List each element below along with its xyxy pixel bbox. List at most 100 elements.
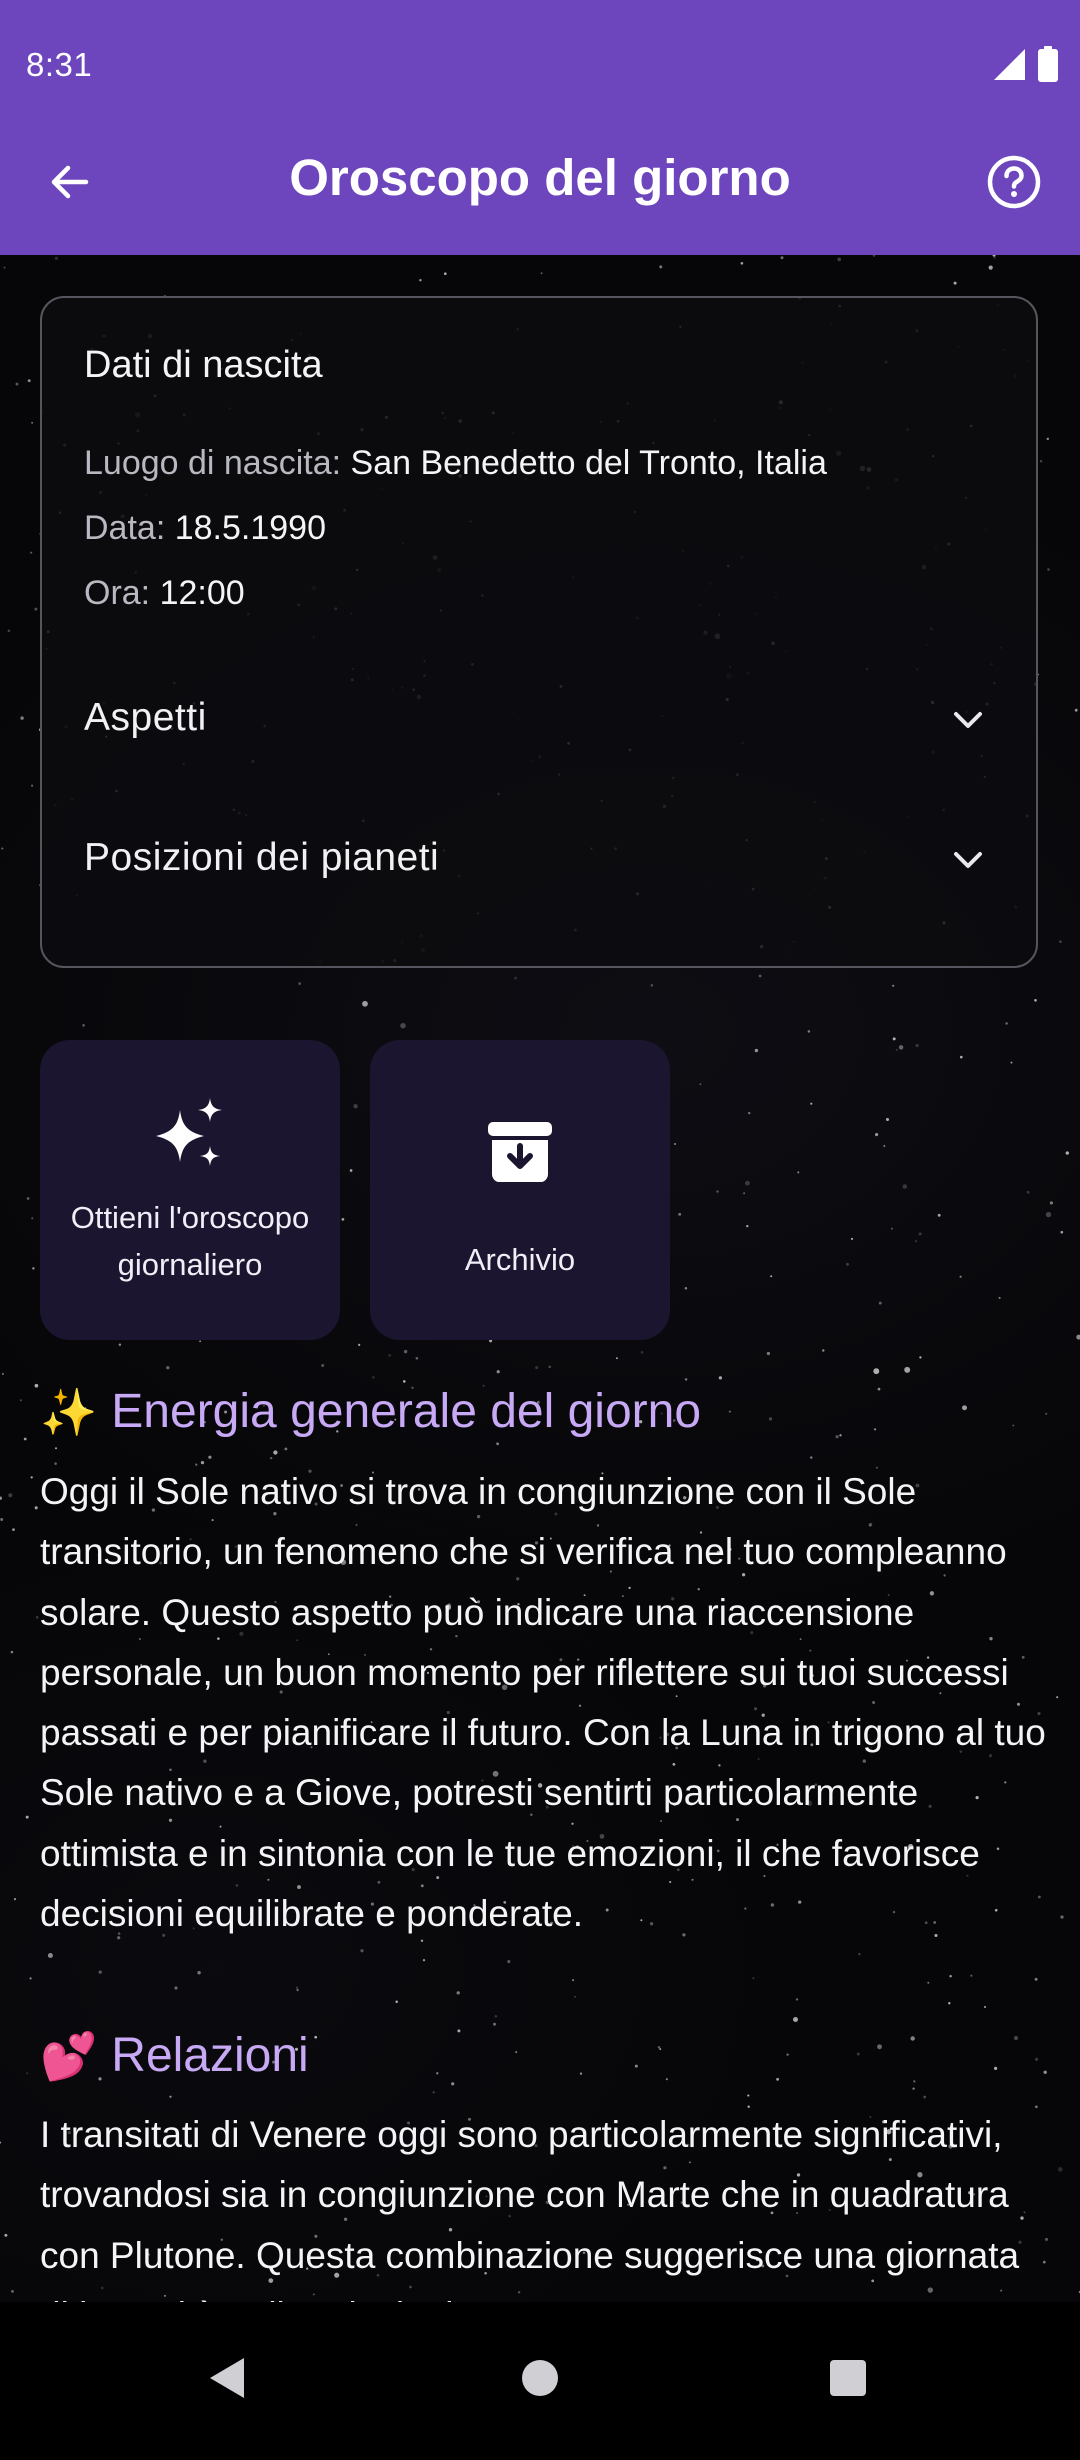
star <box>699 1083 702 1086</box>
star <box>1065 1151 1069 1155</box>
star <box>11 2289 14 2293</box>
star <box>432 2091 435 2094</box>
star <box>665 2078 668 2081</box>
star <box>372 1376 375 1379</box>
get-daily-label-line2: giornaliero <box>117 1247 263 1282</box>
star <box>10 1650 14 1654</box>
star <box>902 1184 908 1189</box>
star <box>1034 999 1037 1002</box>
star <box>443 272 447 276</box>
star <box>436 2072 439 2075</box>
star <box>766 1351 771 1356</box>
star <box>1012 1424 1015 1427</box>
star <box>927 1981 930 1984</box>
star <box>321 1364 325 1367</box>
card-title: Dati di nascita <box>84 344 323 386</box>
star <box>776 2077 780 2081</box>
section-title: Energia generale del giorno <box>111 1385 702 1438</box>
star <box>786 2053 789 2056</box>
star <box>684 1287 688 1290</box>
star <box>54 256 59 260</box>
star <box>419 278 422 282</box>
star <box>970 1974 973 1977</box>
star <box>795 1998 799 2001</box>
nav-home-button[interactable] <box>504 2344 576 2416</box>
star <box>535 1366 539 1370</box>
star <box>877 1387 881 1391</box>
birth-date-label: Data: <box>84 509 166 547</box>
star <box>744 1180 750 1186</box>
star <box>1045 1211 1052 1218</box>
star <box>20 716 24 720</box>
help-button[interactable] <box>980 150 1048 218</box>
star <box>23 1437 27 1441</box>
battery-icon <box>1038 45 1058 87</box>
star <box>746 1224 749 1228</box>
planet-positions-label: Posizioni dei pianeti <box>84 836 440 879</box>
star <box>26 1197 30 1200</box>
star <box>837 257 842 262</box>
star <box>728 1410 731 1413</box>
nav-recents-button[interactable] <box>812 2344 884 2416</box>
star <box>1057 2167 1063 2172</box>
section-title: Relazioni <box>111 2029 309 2082</box>
aspects-expander[interactable]: Aspetti <box>42 658 1036 778</box>
planet-positions-expander[interactable]: Posizioni dei pianeti <box>42 798 1036 918</box>
star <box>898 1045 904 1050</box>
star <box>718 1376 723 1380</box>
star <box>1056 1696 1059 1699</box>
star <box>1060 1230 1064 1234</box>
star <box>910 2036 915 2041</box>
star <box>572 1979 575 1982</box>
star <box>30 784 34 787</box>
birth-time-value: 12:00 <box>159 574 245 612</box>
star <box>514 976 517 980</box>
birth-date-line: Data: 18.5.1990 <box>84 509 326 548</box>
star <box>13 1897 17 1901</box>
birth-place-label: Luogo di nascita: <box>84 444 342 482</box>
star <box>496 1442 500 1446</box>
star <box>747 1111 751 1115</box>
star <box>993 256 996 259</box>
star <box>25 1815 29 1819</box>
star <box>895 1048 898 1051</box>
star <box>988 265 993 270</box>
system-nav-bar <box>0 2302 1080 2460</box>
star <box>494 2015 498 2018</box>
star <box>3 266 6 269</box>
get-daily-horoscope-button[interactable]: Ottieni l'oroscopo giornaliero <box>40 1040 340 1340</box>
star <box>548 1365 551 1369</box>
star <box>634 2064 638 2068</box>
star <box>4 2233 8 2237</box>
star <box>284 1447 288 1451</box>
star <box>0 1496 2 1500</box>
star <box>29 1977 32 1980</box>
archive-button[interactable]: Archivio <box>370 1040 670 1340</box>
star <box>0 1518 4 1521</box>
star <box>35 1616 39 1619</box>
star <box>615 1357 618 1360</box>
star <box>457 2029 461 2033</box>
star <box>395 2000 398 2003</box>
star <box>1034 1977 1038 1981</box>
birth-data-card: Dati di nascita Luogo di nascita: San Be… <box>40 296 1038 968</box>
star <box>12 1528 15 1532</box>
star <box>780 256 784 260</box>
section-text-general-energy: Oggi il Sole nativo si trova in congiunz… <box>40 1471 1046 1935</box>
star <box>998 1296 1001 1299</box>
star <box>273 1450 278 1455</box>
star <box>31 421 34 424</box>
star <box>55 1447 57 1450</box>
nav-back-button[interactable] <box>192 2344 264 2416</box>
star <box>19 1399 23 1402</box>
star <box>983 2005 987 2009</box>
sparkles-icon <box>40 1098 340 1174</box>
star <box>858 1953 861 1956</box>
star <box>403 1380 406 1383</box>
sparkles-emoji-icon: ✨ <box>40 1385 98 1438</box>
star <box>34 1506 38 1510</box>
signal-icon <box>992 47 1026 86</box>
star <box>657 2045 661 2049</box>
star <box>314 2035 318 2039</box>
star <box>878 1301 882 1305</box>
